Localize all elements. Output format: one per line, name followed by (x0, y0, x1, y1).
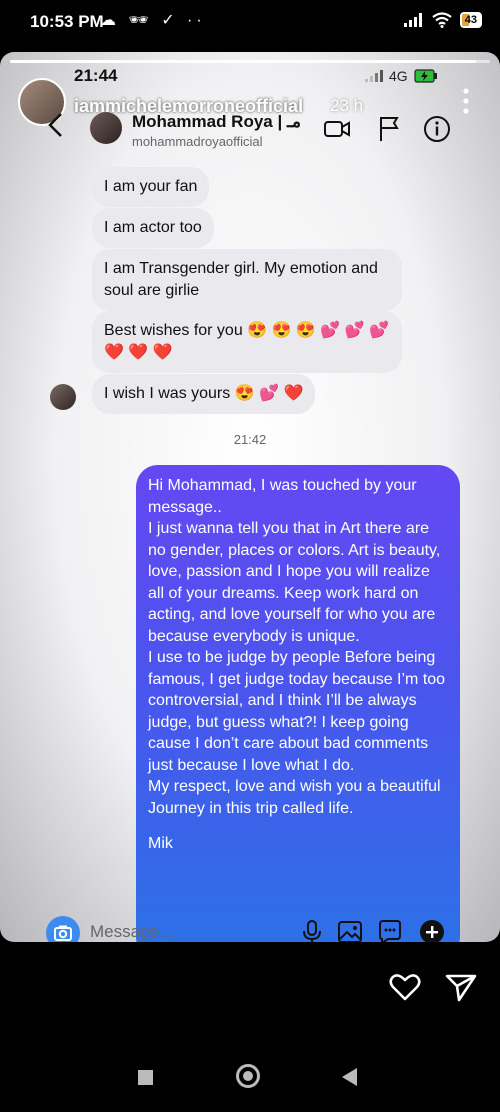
contact-handle: mohammadroyaofficial (132, 134, 263, 149)
message-in[interactable]: I wish I was yours 😍 💕 ❤️ (92, 374, 316, 414)
back-arrow-icon[interactable] (46, 112, 66, 138)
like-heart-icon[interactable] (388, 970, 422, 1004)
message-in[interactable]: Best wishes for you 😍 😍 😍 💕 💕 💕 ❤️ ❤️ ❤️ (92, 311, 402, 373)
message-in[interactable]: I am actor too (92, 208, 214, 248)
battery-icon: 43 (459, 12, 482, 28)
reply-signature: Mik (148, 835, 173, 852)
story-card[interactable]: 21:44 4G iammichelemorroneofficial 23 h … (0, 52, 500, 942)
reply-paragraph: My respect, love and wish you a beautifu… (148, 778, 441, 817)
system-status-bar: 10:53 PM ☁ 🕶 ✓ ·· 43 (0, 0, 500, 48)
camera-icon (54, 925, 72, 941)
story-progress-fill (10, 60, 476, 63)
microphone-icon[interactable] (298, 918, 326, 942)
share-send-icon[interactable] (444, 970, 478, 1004)
screenshot-time: 21:44 (74, 66, 118, 85)
reply-paragraph: Hi Mohammad, I was touched by your messa… (148, 477, 417, 516)
message-in[interactable]: I am your fan (92, 167, 210, 207)
signal-icon (365, 70, 383, 82)
back-button[interactable] (342, 1068, 357, 1086)
story-age: 23 h (330, 96, 364, 115)
battery-charging-icon (414, 69, 437, 83)
gallery-icon[interactable] (336, 918, 364, 942)
sender-avatar (50, 384, 76, 410)
network-label: 4G (389, 68, 408, 84)
message-input[interactable]: Message... (90, 922, 173, 942)
reply-paragraph: I just wanna tell you that in Art there … (148, 520, 441, 645)
contact-avatar[interactable] (90, 112, 122, 144)
system-time: 10:53 PM (30, 12, 104, 31)
home-button[interactable] (236, 1064, 260, 1088)
sticker-icon[interactable] (376, 918, 404, 942)
message-in[interactable]: I am Transgender girl. My emotion and so… (92, 249, 402, 311)
camera-button[interactable] (46, 916, 80, 942)
notification-icons: ☁ 🕶 ✓ ·· (100, 12, 206, 29)
flag-icon[interactable] (374, 114, 404, 144)
message-timestamp: 21:42 (233, 432, 267, 447)
screenshot-indicators: 4G (365, 68, 438, 84)
contact-name[interactable]: Mohammad Roya | مـ (132, 112, 312, 132)
story-progress-bar (10, 60, 490, 63)
system-indicators: 43 (403, 12, 482, 28)
info-icon[interactable] (422, 114, 452, 144)
recents-button[interactable] (138, 1070, 153, 1085)
message-out[interactable]: Hi Mohammad, I was touched by your messa… (136, 465, 460, 942)
more-options-icon[interactable] (456, 86, 476, 116)
add-icon[interactable] (418, 918, 446, 942)
signal-icon (403, 13, 422, 27)
wifi-icon (432, 12, 452, 28)
video-call-icon[interactable] (322, 114, 352, 144)
reply-paragraph: I use to be judge by people Before being… (148, 649, 446, 774)
